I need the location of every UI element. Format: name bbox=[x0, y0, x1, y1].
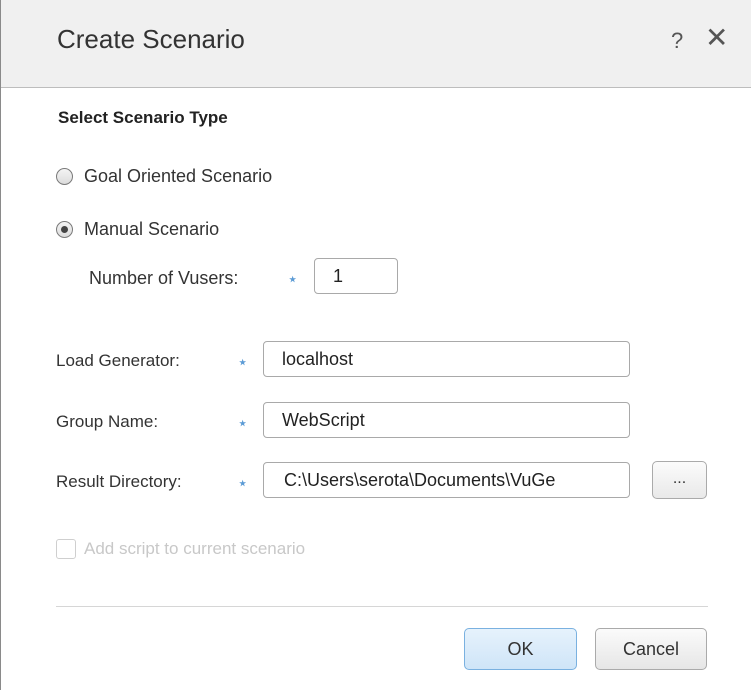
close-icon[interactable]: ✕ bbox=[705, 24, 728, 52]
cancel-button[interactable]: Cancel bbox=[595, 628, 707, 670]
ok-button[interactable]: OK bbox=[464, 628, 577, 670]
group-name-input[interactable]: WebScript bbox=[263, 402, 630, 438]
result-directory-input[interactable]: C:\Users\serota\Documents\VuGe bbox=[263, 462, 630, 498]
footer-divider bbox=[56, 606, 708, 607]
load-generator-input[interactable]: localhost bbox=[263, 341, 630, 377]
create-scenario-dialog: Create Scenario ? ✕ Select Scenario Type… bbox=[0, 0, 751, 690]
result-directory-label: Result Directory: bbox=[56, 472, 182, 491]
goal-oriented-radio[interactable] bbox=[56, 168, 73, 185]
group-name-required-star: ⋆ bbox=[237, 413, 249, 433]
vusers-input[interactable]: 1 bbox=[314, 258, 398, 294]
load-generator-required-star: ⋆ bbox=[237, 352, 249, 372]
load-generator-label: Load Generator: bbox=[56, 351, 180, 370]
scenario-type-heading: Select Scenario Type bbox=[58, 108, 228, 127]
add-script-option: Add script to current scenario bbox=[56, 539, 305, 559]
goal-oriented-label: Goal Oriented Scenario bbox=[84, 166, 273, 186]
vusers-required-star: ⋆ bbox=[287, 269, 299, 289]
dialog-title: Create Scenario bbox=[57, 24, 245, 54]
manual-scenario-radio-option[interactable]: Manual Scenario bbox=[55, 219, 219, 240]
add-script-label: Add script to current scenario bbox=[84, 539, 306, 558]
manual-scenario-radio[interactable] bbox=[56, 221, 73, 238]
goal-oriented-radio-option[interactable]: Goal Oriented Scenario bbox=[55, 166, 272, 187]
manual-scenario-label: Manual Scenario bbox=[84, 219, 220, 239]
vusers-label: Number of Vusers: bbox=[89, 268, 239, 288]
help-icon[interactable]: ? bbox=[671, 28, 683, 54]
result-directory-required-star: ⋆ bbox=[237, 473, 249, 493]
dialog-titlebar: Create Scenario ? ✕ bbox=[1, 0, 751, 88]
add-script-checkbox bbox=[56, 539, 76, 559]
group-name-label: Group Name: bbox=[56, 412, 159, 431]
browse-button[interactable]: ... bbox=[652, 461, 707, 499]
